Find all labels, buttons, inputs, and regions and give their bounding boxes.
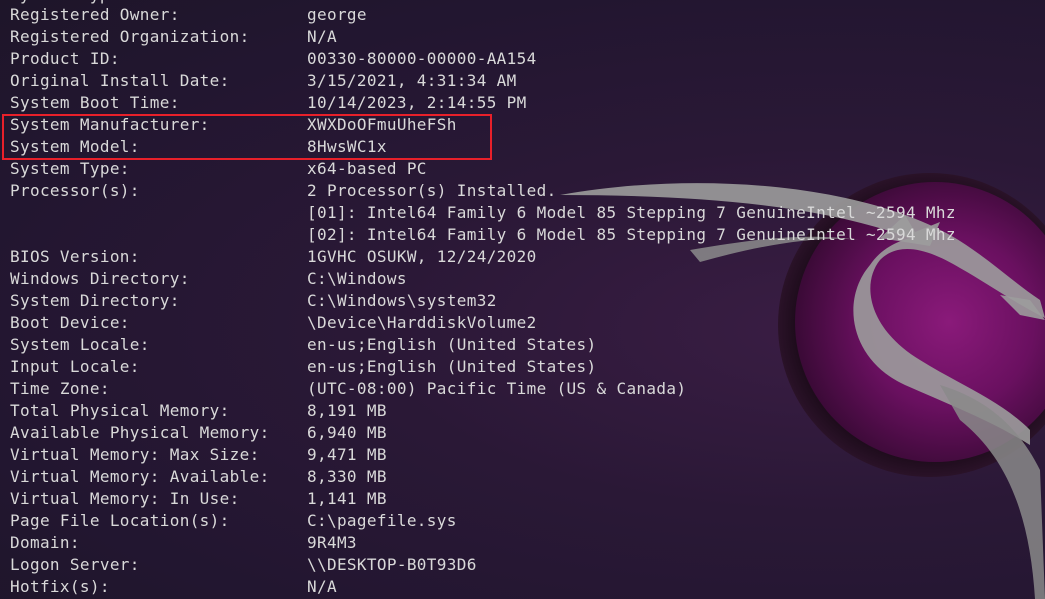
terminal-line-logon-server: Logon Server: \\DESKTOP-B0T93D6 (10, 555, 477, 574)
highlight-box (2, 114, 492, 160)
terminal-line-system-type: System Type: x64-based PC (10, 159, 427, 178)
terminal-line-boot-time: System Boot Time: 10/14/2023, 2:14:55 PM (10, 93, 527, 112)
terminal-output: System Type... Registered Owner:george R… (0, 0, 1045, 599)
terminal-line-bios-version: BIOS Version: 1GVHC OSUKW, 12/24/2020 (10, 247, 537, 266)
terminal-line-processor-1: [01]: Intel64 Family 6 Model 85 Stepping… (307, 203, 956, 222)
terminal-line-time-zone: Time Zone: (UTC-08:00) Pacific Time (US &… (10, 379, 687, 398)
terminal-line-vm-in-use: Virtual Memory: In Use: 1,141 MB (10, 489, 387, 508)
terminal-line-total-memory: Total Physical Memory: 8,191 MB (10, 401, 387, 420)
terminal-line-registered-owner: Registered Owner: george (10, 5, 367, 24)
terminal-line-processor-2: [02]: Intel64 Family 6 Model 85 Stepping… (307, 225, 956, 244)
terminal-line-input-locale: Input Locale: en-us;English (United State… (10, 357, 597, 376)
terminal-line-product-id: Product ID: 00330-80000-00000-AA154 (10, 49, 537, 68)
terminal-line-boot-device: Boot Device: \Device\HarddiskVolume2 (10, 313, 537, 332)
terminal-line-registered-organization: Registered Organization: N/A (10, 27, 337, 46)
terminal-line-system-directory: System Directory: C:\Windows\system32 (10, 291, 497, 310)
terminal-line-vm-available: Virtual Memory: Available: 8,330 MB (10, 467, 387, 486)
terminal-line-system-locale: System Locale: en-us;English (United Stat… (10, 335, 597, 354)
terminal-line-vm-max-size: Virtual Memory: Max Size: 9,471 MB (10, 445, 387, 464)
terminal-line-windows-directory: Windows Directory: C:\Windows (10, 269, 407, 288)
terminal-line-hotfix: Hotfix(s): N/A (10, 577, 337, 596)
terminal-line-page-file: Page File Location(s): C:\pagefile.sys (10, 511, 457, 530)
terminal-line-domain: Domain: 9R4M3 (10, 533, 357, 552)
terminal-line-processors: Processor(s): 2 Processor(s) Installed. (10, 181, 557, 200)
terminal-line-install-date: Original Install Date: 3/15/2021, 4:31:34… (10, 71, 517, 90)
terminal-line-available-memory: Available Physical Memory: 6,940 MB (10, 423, 387, 442)
